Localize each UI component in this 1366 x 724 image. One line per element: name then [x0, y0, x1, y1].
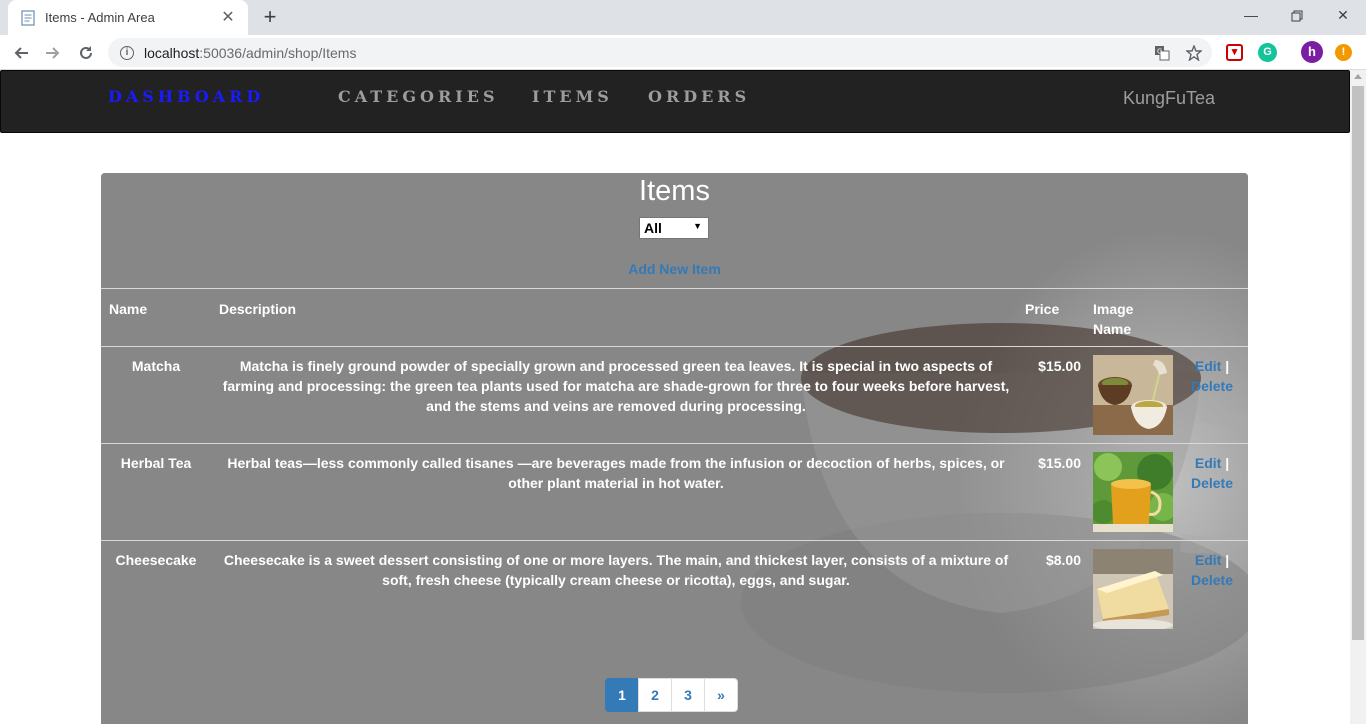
nav-link-categories[interactable]: Categories: [338, 87, 499, 106]
delete-link[interactable]: Delete: [1191, 475, 1233, 491]
url-host: localhost: [144, 44, 200, 61]
items-panel: Items All ▼ Add New Item Name Descriptio…: [101, 173, 1248, 724]
tab-title: Items - Admin Area: [45, 10, 155, 25]
item-image-cheesecake: [1093, 549, 1173, 629]
url-path: :50036/admin/shop/Items: [199, 44, 357, 61]
back-icon[interactable]: [8, 40, 34, 66]
row-actions: Edit | Delete: [1181, 453, 1243, 493]
item-description: Cheesecake is a sweet dessert consisting…: [223, 552, 1009, 588]
add-new-item-link[interactable]: Add New Item: [101, 261, 1248, 277]
page-2-button[interactable]: 2: [638, 678, 672, 712]
browser-tab[interactable]: Items - Admin Area ✕: [8, 0, 248, 35]
svg-text:G: G: [1157, 48, 1162, 56]
item-description: Herbal teas—less commonly called tisanes…: [227, 455, 1005, 491]
info-icon[interactable]: i: [120, 45, 134, 60]
item-price: $8.00: [1045, 552, 1081, 568]
restore-icon[interactable]: [1274, 4, 1320, 28]
action-separator: |: [1225, 455, 1230, 471]
scroll-up-arrow-icon[interactable]: [1354, 74, 1362, 79]
divider: [101, 288, 1248, 289]
category-filter-select[interactable]: All ▼: [639, 217, 709, 239]
item-price: $15.00: [1038, 455, 1081, 471]
page-3-button[interactable]: 3: [671, 678, 705, 712]
reload-icon[interactable]: [73, 40, 99, 66]
translate-icon[interactable]: G: [1154, 45, 1170, 61]
page-1-button[interactable]: 1: [605, 678, 639, 712]
item-price: $15.00: [1038, 358, 1081, 374]
alert-icon[interactable]: !: [1335, 44, 1352, 61]
column-header-name: Name: [109, 301, 148, 317]
profile-avatar[interactable]: h: [1301, 41, 1323, 63]
delete-link[interactable]: Delete: [1191, 378, 1233, 394]
top-navbar: Dashboard Categories Items Orders KungFu…: [0, 70, 1350, 133]
table-row: Cheesecake Cheesecake is a sweet dessert…: [101, 541, 1248, 638]
nav-link-items[interactable]: Items: [532, 87, 613, 106]
nav-user-name[interactable]: KungFuTea: [1123, 88, 1215, 109]
edit-link[interactable]: Edit: [1195, 552, 1221, 568]
page-title: Items: [639, 175, 710, 207]
table-row: Matcha Matcha is finely ground powder of…: [101, 347, 1248, 444]
edit-link[interactable]: Edit: [1195, 455, 1221, 471]
browser-toolbar: i localhost:50036/admin/shop/Items G ▾ G…: [0, 35, 1366, 70]
nav-brand-dashboard[interactable]: Dashboard: [108, 87, 264, 106]
row-actions: Edit | Delete: [1181, 550, 1243, 590]
page-viewport: Dashboard Categories Items Orders KungFu…: [0, 70, 1350, 724]
table-row: Herbal Tea Herbal teas—less commonly cal…: [101, 444, 1248, 541]
address-bar[interactable]: i localhost:50036/admin/shop/Items G: [108, 38, 1212, 67]
action-separator: |: [1225, 552, 1230, 568]
filter-selected-value: All: [644, 220, 662, 236]
bookmark-star-icon[interactable]: [1185, 44, 1203, 62]
column-header-price: Price: [1025, 301, 1060, 317]
row-actions: Edit | Delete: [1181, 356, 1243, 396]
minimize-icon[interactable]: —: [1228, 4, 1274, 28]
action-separator: |: [1225, 358, 1230, 374]
new-tab-icon[interactable]: +: [258, 6, 282, 30]
delete-link[interactable]: Delete: [1191, 572, 1233, 588]
browser-tabstrip: Items - Admin Area ✕ + — ✕: [0, 0, 1366, 35]
forward-icon[interactable]: [40, 40, 66, 66]
item-image-matcha: [1093, 355, 1173, 435]
column-header-description: Description: [219, 301, 297, 317]
item-name: Herbal Tea: [120, 455, 192, 471]
edit-link[interactable]: Edit: [1195, 358, 1221, 374]
page-icon: [20, 9, 36, 26]
item-name: Cheesecake: [115, 552, 197, 568]
close-icon[interactable]: ✕: [220, 9, 236, 26]
nav-link-orders[interactable]: Orders: [648, 87, 750, 106]
item-name: Matcha: [131, 358, 181, 374]
dropdown-arrow-icon: ▼: [693, 221, 702, 231]
page-scrollbar[interactable]: [1350, 70, 1366, 724]
next-page-button[interactable]: »: [704, 678, 738, 712]
pagination: 1 2 3 »: [605, 678, 738, 712]
column-header-image-name: Image Name: [1093, 301, 1134, 337]
grammarly-extension-icon[interactable]: G: [1258, 43, 1277, 62]
window-close-icon[interactable]: ✕: [1320, 4, 1366, 28]
scroll-thumb[interactable]: [1352, 86, 1364, 640]
item-description: Matcha is finely ground powder of specia…: [222, 358, 1010, 414]
item-image-herbal-tea: [1093, 452, 1173, 532]
pocket-extension-icon[interactable]: ▾: [1226, 44, 1243, 61]
